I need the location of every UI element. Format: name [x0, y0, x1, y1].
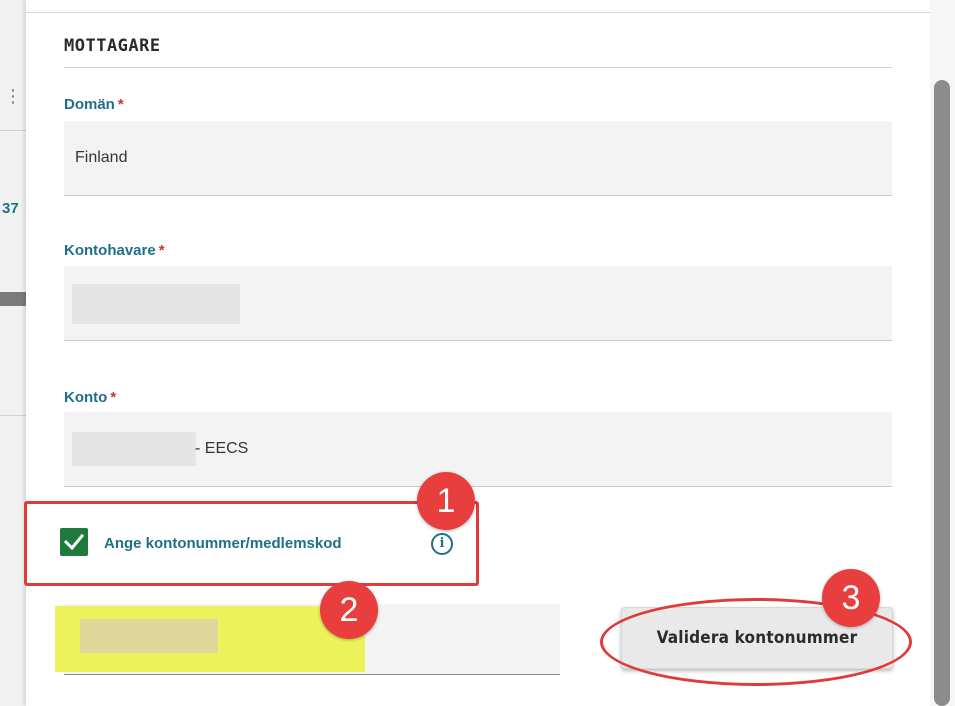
account-label: Konto * [64, 389, 116, 406]
page: ⋮ 37 MOTTAGARE Domän * Finland Kontohavar… [0, 0, 955, 706]
annotation-badge-2: 2 [320, 581, 378, 639]
background-bar [0, 292, 26, 306]
divider [0, 130, 26, 131]
annotation-badge-1: 1 [417, 472, 475, 530]
annotation-badge-3: 3 [822, 569, 880, 627]
account-holder-label: Kontohavare * [64, 242, 165, 259]
account-holder-label-text: Kontohavare [64, 242, 156, 259]
domain-field[interactable]: Finland [64, 121, 892, 196]
divider [26, 12, 955, 13]
account-field[interactable]: - EECS [64, 412, 892, 487]
redacted-value [80, 619, 218, 653]
domain-label-text: Domän [64, 96, 115, 113]
section-divider [64, 67, 892, 68]
domain-value: Finland [75, 149, 128, 166]
more-vertical-icon: ⋮ [4, 86, 22, 107]
required-mark: * [117, 96, 124, 113]
account-suffix: - EECS [195, 440, 249, 457]
account-holder-field[interactable] [64, 266, 892, 341]
account-label-text: Konto [64, 389, 108, 406]
section-title: MOTTAGARE [64, 36, 161, 56]
divider [0, 415, 26, 416]
redacted-value [72, 284, 240, 324]
required-mark: * [158, 242, 165, 259]
required-mark: * [110, 389, 117, 406]
scrollbar-thumb[interactable] [934, 80, 950, 706]
background-page-strip: ⋮ 37 [0, 0, 26, 706]
redacted-value [72, 432, 196, 466]
domain-label: Domän * [64, 96, 124, 113]
background-number: 37 [2, 200, 19, 217]
annotation-rectangle [24, 501, 479, 586]
